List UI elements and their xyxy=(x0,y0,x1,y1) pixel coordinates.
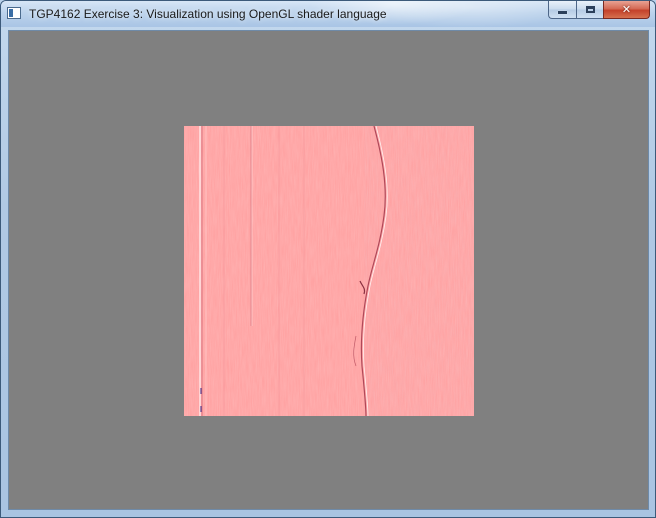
app-window: TGP4162 Exercise 3: Visualization using … xyxy=(0,0,656,518)
close-button[interactable]: ✕ xyxy=(603,1,650,19)
texture-pattern xyxy=(184,126,474,416)
app-window-icon[interactable] xyxy=(7,7,21,19)
maximize-icon xyxy=(585,6,595,13)
embossed-texture-quad xyxy=(184,126,474,416)
close-icon: ✕ xyxy=(621,3,632,16)
window-bottom-border xyxy=(1,508,655,517)
minimize-button[interactable] xyxy=(548,1,576,19)
maximize-button[interactable] xyxy=(576,1,603,19)
minimize-icon xyxy=(558,11,567,14)
title-bar[interactable]: TGP4162 Exercise 3: Visualization using … xyxy=(1,1,655,27)
window-title: TGP4162 Exercise 3: Visualization using … xyxy=(29,7,387,21)
opengl-viewport[interactable] xyxy=(8,30,649,510)
caption-buttons: ✕ xyxy=(548,1,650,21)
